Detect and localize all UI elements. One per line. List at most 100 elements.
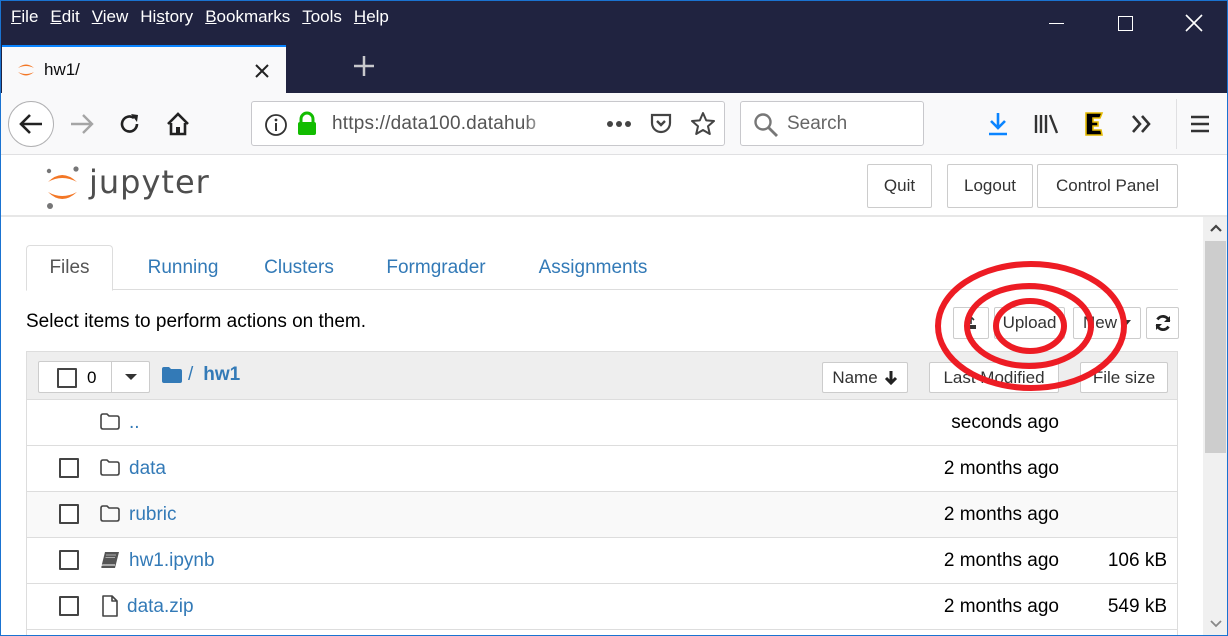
new-dropdown-button[interactable]: New [1073,307,1141,339]
item-modified: seconds ago [951,412,1059,433]
item-checkbox[interactable] [59,458,79,478]
item-name[interactable]: rubric [129,504,177,526]
new-tab-button[interactable] [353,53,375,84]
scroll-down-button[interactable] [1203,613,1227,635]
item-name[interactable]: data [129,458,166,480]
quit-button[interactable]: Quit [867,164,932,208]
item-name[interactable]: data.zip [127,596,194,618]
item-name[interactable]: hw1.ipynb [129,550,215,572]
window-close-button[interactable] [1179,9,1209,37]
menu-accel: V [91,7,103,26]
arrow-down-icon [884,370,897,385]
menu-label: dit [61,7,80,26]
url-bar[interactable]: https://data100.datahub [251,101,725,146]
menu-tools[interactable]: Tools [302,6,342,28]
tab-close-button[interactable] [254,57,270,85]
tab-files[interactable]: Files [26,245,113,291]
menu-bookmarks[interactable]: Bookmarks [205,6,290,28]
library-button[interactable] [1031,109,1061,139]
list-item-parent[interactable]: .. seconds ago [27,400,1177,446]
upload-icon [966,316,976,329]
reload-button[interactable] [115,109,145,139]
extension-button[interactable] [1079,109,1109,139]
sort-by-name-button[interactable]: Name [822,362,908,393]
title-bar: File Edit View History Bookmarks Tools H… [1,1,1227,93]
overflow-menu-button[interactable] [1127,109,1157,139]
list-item[interactable]: hw1.ipynb 2 months ago 106 kB [27,538,1177,584]
tab-formgrader[interactable]: Formgrader [370,245,502,290]
item-modified: 2 months ago [943,596,1059,617]
close-icon [1185,14,1203,32]
back-button[interactable] [8,101,54,147]
pocket-icon[interactable] [649,112,673,136]
navigation-toolbar: https://data100.datahub Search [1,93,1227,155]
refresh-button[interactable] [1146,307,1179,339]
menu-label: elp [366,7,389,26]
file-icon [102,595,118,617]
reload-icon [120,114,139,133]
menu-label: iew [102,7,129,26]
hamburger-menu-button[interactable] [1185,109,1215,139]
list-item[interactable]: data 2 months ago [27,446,1177,492]
minimize-button[interactable] [1041,9,1071,37]
browser-window: File Edit View History Bookmarks Tools H… [0,0,1228,636]
browser-tab[interactable]: hw1/ [2,45,286,93]
menu-view[interactable]: View [92,6,129,28]
control-panel-button[interactable]: Control Panel [1037,164,1178,208]
logout-button[interactable]: Logout [947,164,1033,208]
bookmark-star-icon[interactable] [690,111,716,137]
home-button[interactable] [163,109,193,139]
folder-icon[interactable] [162,367,182,383]
select-dropdown-button[interactable] [111,362,150,392]
item-checkbox[interactable] [59,504,79,524]
refresh-icon [1155,315,1170,331]
url-text[interactable]: https://data100.datahub [332,113,557,135]
downloads-button[interactable] [983,109,1013,139]
forward-button[interactable] [67,109,97,139]
file-list-header: 0 / hw1 Name Last Modified File size [27,352,1177,400]
menu-edit[interactable]: Edit [50,6,79,28]
list-item[interactable]: data.zip 2 months ago 549 kB [27,584,1177,630]
scroll-up-button[interactable] [1203,217,1227,239]
jupyter-logo-icon[interactable] [45,165,85,211]
item-modified: 2 months ago [943,504,1059,525]
tab-clusters[interactable]: Clusters [248,245,350,290]
upload-button[interactable]: Upload [994,307,1065,339]
tab-running[interactable]: Running [123,245,243,290]
menu-help[interactable]: Help [354,6,389,28]
tab-title: hw1/ [44,60,80,79]
scroll-thumb[interactable] [1205,241,1226,453]
maximize-button[interactable] [1110,9,1140,37]
tab-assignments[interactable]: Assignments [522,245,664,290]
upload-folder-button[interactable] [953,307,989,339]
list-item[interactable]: rubric 2 months ago [27,492,1177,538]
dashboard-tabs: Files Running Clusters Formgrader Assign… [26,245,1178,291]
info-icon[interactable] [264,113,288,137]
plus-icon [354,56,374,76]
sort-by-modified-button[interactable]: Last Modified [929,362,1059,393]
sort-by-size-button[interactable]: File size [1080,362,1168,393]
double-chevron-icon [1132,115,1151,133]
menu-accel: T [302,7,311,26]
sort-name-label: Name [832,367,878,387]
selected-count: 0 [87,368,97,387]
toolbar-separator [1176,99,1177,149]
breadcrumb-separator: / [188,364,194,385]
item-name[interactable]: .. [129,412,140,434]
item-checkbox[interactable] [59,596,79,616]
menu-history[interactable]: History [140,6,193,28]
breadcrumb-hw1[interactable]: hw1 [203,364,240,386]
item-checkbox[interactable] [59,550,79,570]
select-all-checkbox[interactable] [57,368,77,388]
menu-file[interactable]: File [11,6,38,28]
search-input[interactable]: Search [787,113,847,135]
folder-outline-icon [100,505,120,522]
lock-icon[interactable] [296,111,318,137]
hamburger-icon [1191,115,1209,133]
page-scrollbar[interactable] [1203,217,1227,635]
page-actions-icon[interactable] [606,120,632,128]
search-bar[interactable]: Search [740,101,924,146]
menu-label: Hi [140,7,157,26]
jupyter-wordmark[interactable]: jupyter [89,163,210,201]
extension-e-icon [1085,112,1104,136]
